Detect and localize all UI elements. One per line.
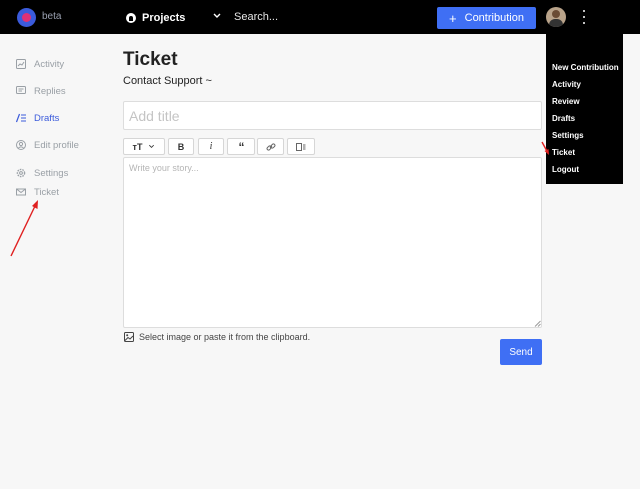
page-title: Ticket <box>123 49 178 70</box>
mail-icon <box>16 188 26 196</box>
image-icon <box>124 332 134 342</box>
link-icon <box>266 142 275 151</box>
chat-icon <box>16 86 26 94</box>
contribution-button[interactable]: + Contribution <box>437 7 536 29</box>
title-input[interactable] <box>123 101 542 130</box>
top-navigation-bar: beta Projects + Contribution <box>0 0 640 34</box>
annotation-arrow <box>541 141 549 155</box>
bold-button[interactable]: B <box>168 138 194 155</box>
link-button[interactable] <box>257 138 284 155</box>
user-dropdown-menu: New Contribution Activity Review Drafts … <box>546 34 623 184</box>
menu-item-ticket[interactable]: Ticket <box>546 144 623 161</box>
menu-item-new-contribution[interactable]: New Contribution <box>546 59 623 76</box>
sidebar-item-replies[interactable]: Replies <box>16 84 66 98</box>
sidebar-item-drafts[interactable]: Drafts <box>16 111 59 125</box>
chart-icon <box>16 59 26 69</box>
chevron-down-icon[interactable] <box>212 11 222 21</box>
menu-item-review[interactable]: Review <box>546 93 623 110</box>
projects-menu[interactable]: Projects <box>126 10 185 26</box>
text-size-label: ᴛT <box>132 141 143 152</box>
chevron-down-icon <box>149 144 155 148</box>
user-circle-icon <box>16 140 26 150</box>
github-icon <box>126 13 136 23</box>
page-subtitle[interactable]: Contact Support ~ <box>123 75 212 87</box>
italic-button[interactable]: i <box>198 138 224 155</box>
image-upload-label: Select image or paste it from the clipbo… <box>139 332 311 342</box>
quote-button[interactable]: “ <box>227 138 255 155</box>
contribution-label: Contribution <box>464 12 524 24</box>
sidebar-item-label: Ticket <box>34 186 59 198</box>
story-editor[interactable] <box>123 157 542 328</box>
sidebar-item-label: Activity <box>34 58 65 70</box>
bold-label: B <box>177 141 185 152</box>
menu-item-settings[interactable]: Settings <box>546 127 623 144</box>
list-edit-icon <box>16 113 26 123</box>
plus-icon: + <box>449 10 457 26</box>
logo-mark-icon <box>17 8 36 27</box>
resize-grip-icon[interactable] <box>534 320 541 327</box>
annotation-arrow <box>10 200 38 257</box>
sidebar-item-label: Replies <box>34 85 66 97</box>
sidebar-item-edit-profile[interactable]: Edit profile <box>16 138 79 152</box>
quote-icon: “ <box>238 139 245 154</box>
sidebar-item-label: Drafts <box>34 112 60 124</box>
sidebar-item-activity[interactable]: Activity <box>16 57 64 71</box>
italic-label: i <box>209 141 213 152</box>
more-vertical-icon[interactable] <box>580 10 588 24</box>
avatar[interactable] <box>546 7 566 27</box>
gear-icon <box>16 168 26 178</box>
image-upload-hint[interactable]: Select image or paste it from the clipbo… <box>124 332 310 342</box>
sidebar-item-label: Settings <box>34 167 69 179</box>
beta-tag: beta <box>42 11 62 22</box>
menu-item-drafts[interactable]: Drafts <box>546 110 623 127</box>
send-button[interactable]: Send <box>500 339 542 365</box>
embed-button[interactable] <box>287 138 315 155</box>
sidebar-item-settings[interactable]: Settings <box>16 166 68 180</box>
sidebar-item-ticket[interactable]: Ticket <box>16 185 59 199</box>
search-input[interactable] <box>234 9 414 25</box>
embed-icon <box>296 142 306 151</box>
brand-logo[interactable]: beta <box>14 7 64 29</box>
menu-item-logout[interactable]: Logout <box>546 161 623 178</box>
projects-label: Projects <box>142 12 186 24</box>
menu-item-activity[interactable]: Activity <box>546 76 623 93</box>
sidebar-item-label: Edit profile <box>34 139 79 151</box>
text-size-button[interactable]: ᴛT <box>123 138 165 155</box>
